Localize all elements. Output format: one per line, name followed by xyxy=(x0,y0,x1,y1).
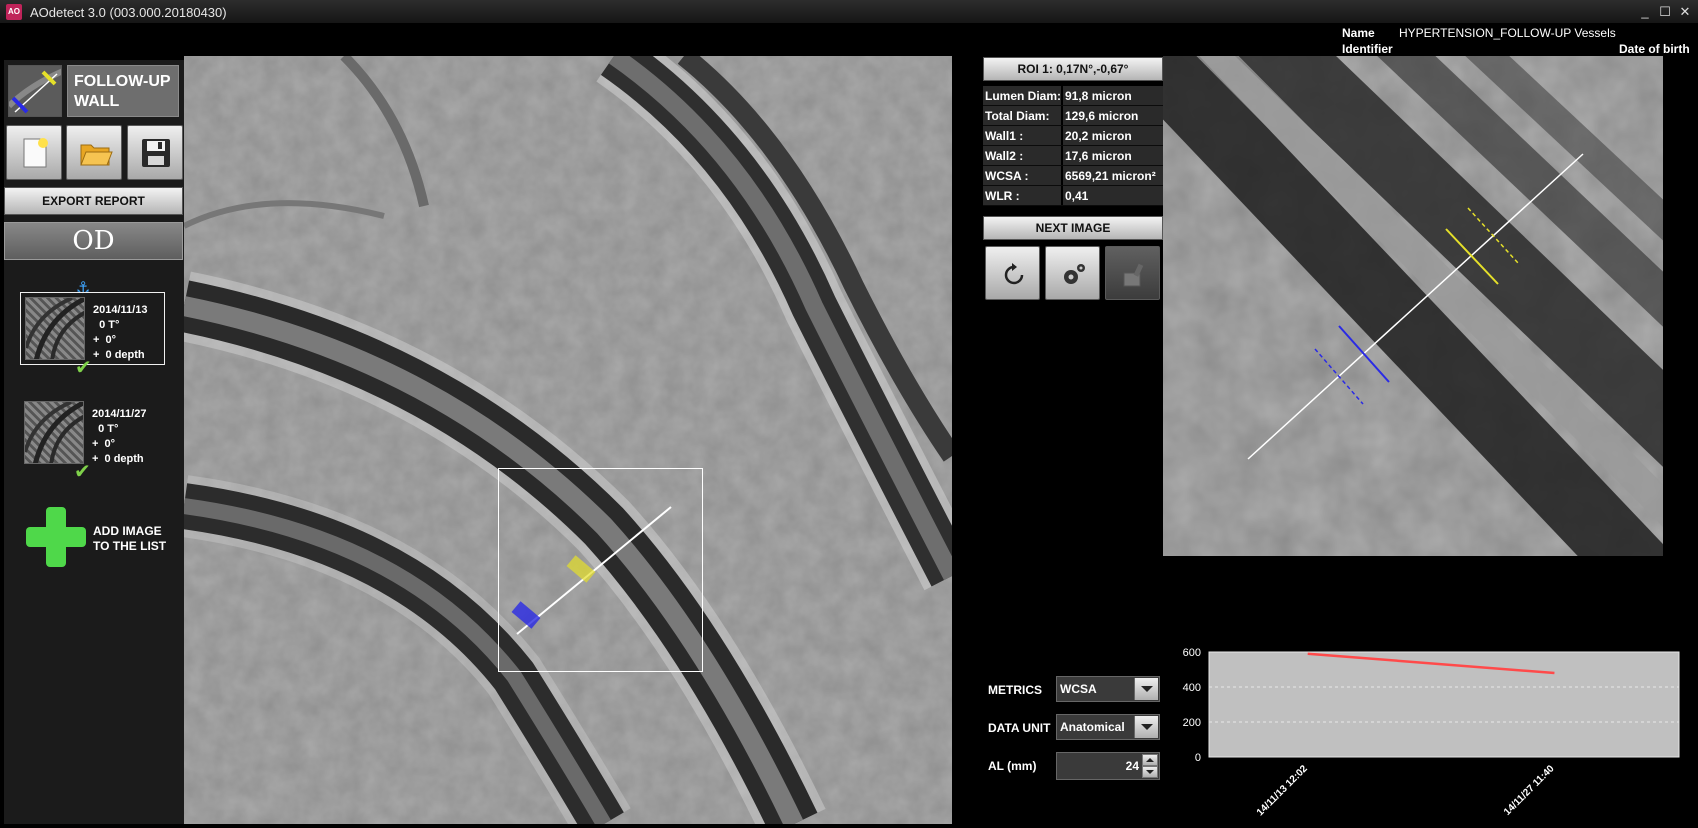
metric-value: 129,6 micron xyxy=(1063,106,1163,125)
metric-value: 91,8 micron xyxy=(1063,86,1163,105)
metric-label: Lumen Diam: xyxy=(983,86,1061,105)
new-file-icon xyxy=(23,138,48,168)
add-image-label[interactable]: ADD IMAGE TO THE LIST xyxy=(93,524,166,554)
gears-icon xyxy=(1064,264,1085,284)
mode-label-line1: FOLLOW-UP xyxy=(74,73,171,90)
y-tick-label: 0 xyxy=(1195,752,1201,764)
image-thumbnail xyxy=(25,297,85,360)
roi-header[interactable]: ROI 1: 0,17N°,-0,67° xyxy=(983,57,1163,81)
check-icon: ✔ xyxy=(74,461,91,483)
brush-icon xyxy=(1123,263,1144,287)
metric-label: Wall2 : xyxy=(983,146,1061,165)
axial-length-spinner[interactable]: 24 xyxy=(1056,752,1160,780)
eye-side-button[interactable]: OD xyxy=(4,222,183,260)
x-tick-label: 14/11/13 12:02 xyxy=(1255,763,1310,818)
window-title: AOdetect 3.0 (003.000.20180430) xyxy=(30,5,227,20)
data-unit-select-value: Anatomical xyxy=(1060,720,1125,734)
data-unit-label: DATA UNIT xyxy=(988,721,1051,735)
metrics-select-value: WCSA xyxy=(1060,682,1097,696)
axial-length-label: AL (mm) xyxy=(988,759,1037,773)
metric-value: 20,2 micron xyxy=(1063,126,1163,145)
image-date: 2014/11/27 xyxy=(92,408,147,420)
metric-label: WCSA : xyxy=(983,166,1061,185)
metric-label: Wall1 : xyxy=(983,126,1061,145)
metric-row: Wall1 :20,2 micron xyxy=(983,126,1163,146)
metric-label: Total Diam: xyxy=(983,106,1061,125)
roi-zoom-image[interactable] xyxy=(1163,56,1663,556)
image-depth: + 0 depth xyxy=(93,349,145,361)
image-depth: + 0 depth xyxy=(92,453,144,465)
plot-area xyxy=(1208,651,1680,758)
metric-row: Wall2 :17,6 micron xyxy=(983,146,1163,166)
metric-row: Lumen Diam: 91,8 micron xyxy=(983,86,1163,106)
metric-value: 0,41 xyxy=(1063,186,1163,205)
save-button[interactable] xyxy=(127,125,183,180)
y-tick-label: 400 xyxy=(1183,682,1201,694)
maximize-button[interactable]: ☐ xyxy=(1656,3,1674,21)
minimize-button[interactable]: _ xyxy=(1636,3,1654,21)
date-of-birth-label: Date of birth xyxy=(1619,42,1690,56)
open-folder-icon xyxy=(80,144,113,166)
image-list-item[interactable]: 2014/11/27 0 T° + 0° + 0 depth ✔ xyxy=(20,397,165,483)
metric-label: WLR : xyxy=(983,186,1061,205)
metrics-label: METRICS xyxy=(988,683,1042,697)
mode-label-line2: WALL xyxy=(74,93,120,110)
metrics-chart: 0 200 400 600 14/11/13 12:02 14/11/27 11:40 xyxy=(1183,647,1680,818)
patient-name-value: HYPERTENSION_FOLLOW-UP Vessels xyxy=(1399,26,1616,40)
refresh-icon xyxy=(1004,263,1024,285)
spinner-down-icon[interactable] xyxy=(1142,766,1158,778)
mode-label: FOLLOW-UP WALL xyxy=(67,65,179,117)
x-tick-label: 14/11/27 11:40 xyxy=(1502,763,1557,818)
image-list-item[interactable]: 2014/11/13 0 T° + 0° + 0 depth ✔ xyxy=(20,292,165,379)
open-folder-button[interactable] xyxy=(66,125,122,180)
title-bar xyxy=(0,0,1698,24)
y-tick-label: 600 xyxy=(1183,647,1201,659)
export-report-button[interactable]: EXPORT REPORT xyxy=(4,187,183,215)
add-image-label-line1: ADD IMAGE xyxy=(93,524,162,538)
metric-value: 6569,21 micron² xyxy=(1063,166,1163,185)
image-angle: + 0° xyxy=(93,334,117,346)
app-icon: AO xyxy=(6,4,22,20)
image-angle: + 0° xyxy=(92,438,116,450)
metrics-table: Lumen Diam: 91,8 micron Total Diam: 129,6 … xyxy=(983,86,1163,206)
next-image-button[interactable]: NEXT IMAGE xyxy=(983,216,1163,240)
image-date: 2014/11/13 xyxy=(93,304,148,316)
main-retinal-image[interactable] xyxy=(184,56,952,824)
add-image-label-line2: TO THE LIST xyxy=(93,539,167,553)
floppy-disk-icon xyxy=(142,139,170,167)
add-image-button[interactable] xyxy=(24,505,88,569)
check-icon: ✔ xyxy=(75,357,92,379)
chevron-down-icon[interactable] xyxy=(1134,678,1158,700)
spinner-up-icon[interactable] xyxy=(1142,754,1158,766)
metric-row: WCSA :6569,21 micron² xyxy=(983,166,1163,186)
patient-identifier-label: Identifier xyxy=(1342,42,1393,56)
follow-up-wall-mode-icon xyxy=(8,65,62,117)
image-temporal: 0 T° xyxy=(93,319,120,331)
patient-name-label: Name xyxy=(1342,26,1375,40)
metrics-select[interactable]: WCSA xyxy=(1056,676,1160,702)
data-unit-select[interactable]: Anatomical xyxy=(1056,714,1160,740)
metric-value: 17,6 micron xyxy=(1063,146,1163,165)
settings-button[interactable] xyxy=(1045,246,1100,300)
close-button[interactable]: ✕ xyxy=(1676,3,1694,21)
refresh-button[interactable] xyxy=(985,246,1040,300)
metric-row: Total Diam: 129,6 micron xyxy=(983,106,1163,126)
chevron-down-icon[interactable] xyxy=(1134,716,1158,738)
metric-row: WLR :0,41 xyxy=(983,186,1163,206)
roi-box[interactable] xyxy=(498,468,703,672)
image-thumbnail xyxy=(24,401,84,464)
erase-button[interactable] xyxy=(1105,246,1160,300)
y-tick-label: 200 xyxy=(1183,717,1201,729)
axial-length-value: 24 xyxy=(1125,759,1139,773)
image-temporal: 0 T° xyxy=(92,423,119,435)
new-file-button[interactable] xyxy=(6,125,62,180)
